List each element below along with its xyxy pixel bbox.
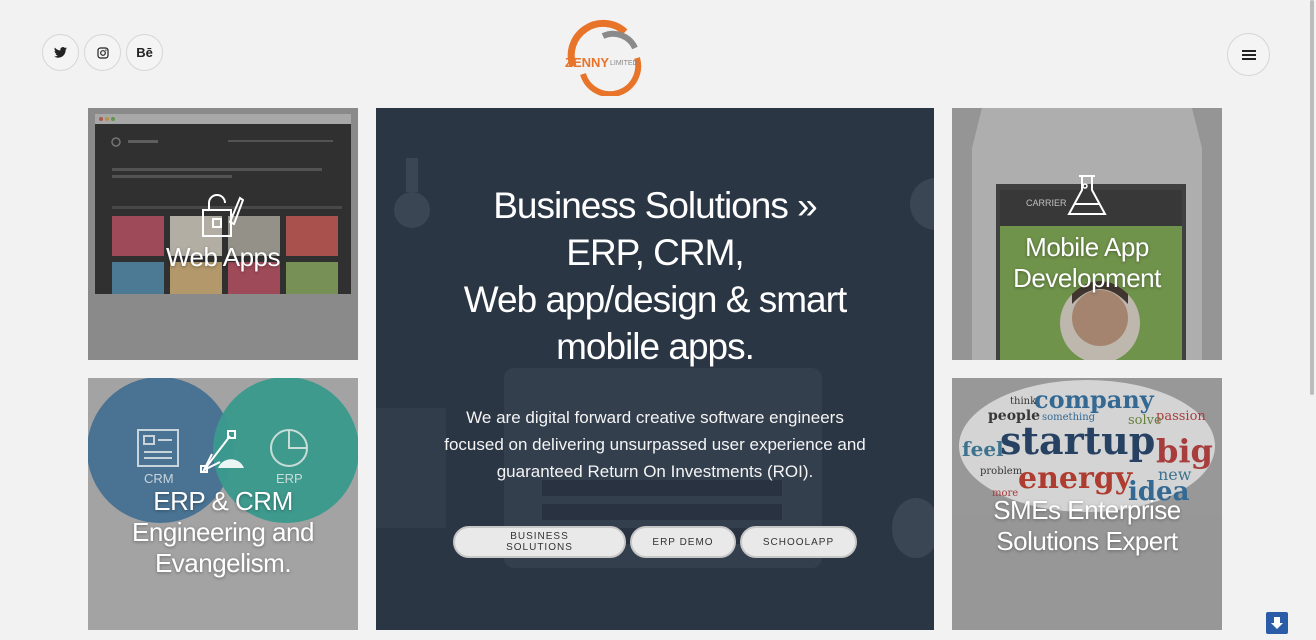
tile-web-apps[interactable]: Web Apps bbox=[88, 108, 358, 360]
tile-web-apps-title: Web Apps bbox=[165, 242, 281, 272]
lock-pencil-icon bbox=[202, 194, 244, 237]
logo[interactable]: ZENNY LIMITED bbox=[563, 18, 649, 98]
page-scrollbar[interactable] bbox=[1310, 0, 1314, 395]
tile-title-line: Mobile App bbox=[1025, 232, 1149, 262]
behance-icon: Bē bbox=[136, 45, 153, 60]
hero-title-line: mobile apps. bbox=[556, 326, 755, 367]
tile-title-line: Evangelism. bbox=[154, 548, 292, 578]
twitter-icon bbox=[54, 47, 67, 58]
hero-description: We are digital forward creative software… bbox=[444, 408, 866, 481]
tile-mobile-title: Mobile App Development bbox=[952, 232, 1222, 294]
logo-main-text: ZENNY bbox=[565, 55, 609, 70]
tile-title-line: Engineering and bbox=[132, 517, 314, 547]
tile-smes-enterprise[interactable]: company startup big energy idea feel peo… bbox=[952, 378, 1222, 630]
tile-sme-title: SMEs Enterprise Solutions Expert bbox=[952, 495, 1222, 557]
tile-title-line: ERP & CRM bbox=[153, 486, 293, 516]
social-links: Bē bbox=[42, 34, 163, 71]
instagram-icon bbox=[96, 46, 109, 59]
tile-title-line: Development bbox=[1013, 263, 1161, 293]
tile-title-line: SMEs Enterprise bbox=[993, 495, 1181, 525]
menu-button[interactable] bbox=[1227, 33, 1270, 76]
crm-label: CRM bbox=[144, 471, 174, 486]
business-solutions-button[interactable]: BUSINESS SOLUTIONS bbox=[453, 526, 626, 558]
hero-title-line: Web app/design & smart bbox=[463, 279, 847, 320]
hero-title: Business Solutions » ERP, CRM, Web app/d… bbox=[376, 182, 934, 370]
behance-button[interactable]: Bē bbox=[126, 34, 163, 71]
tile-title-line: Solutions Expert bbox=[996, 526, 1178, 556]
arrow-down-icon bbox=[1271, 617, 1283, 629]
vector-pen-icon bbox=[200, 430, 244, 473]
hero-banner: Business Solutions » ERP, CRM, Web app/d… bbox=[376, 108, 934, 630]
schoolapp-button[interactable]: SCHOOLAPP bbox=[740, 526, 857, 558]
erp-label: ERP bbox=[276, 471, 303, 486]
zenny-logo: ZENNY LIMITED bbox=[565, 19, 642, 98]
tile-mobile-app-development[interactable]: CARRIER Mobile App Development bbox=[952, 108, 1222, 360]
instagram-button[interactable] bbox=[84, 34, 121, 71]
logo-sub-text: LIMITED bbox=[610, 60, 638, 67]
hero-button-group: BUSINESS SOLUTIONS ERP DEMO SCHOOLAPP bbox=[376, 526, 934, 558]
flask-icon bbox=[1067, 175, 1107, 215]
hero-title-line[interactable]: Business Solutions » bbox=[376, 182, 934, 229]
erp-demo-button[interactable]: ERP DEMO bbox=[630, 526, 736, 558]
tile-erp-crm[interactable]: CRM ERP ERP & CRM Engineering and Evange… bbox=[88, 378, 358, 630]
hero-title-line: ERP, CRM, bbox=[566, 232, 744, 273]
tile-erp-title: ERP & CRM Engineering and Evangelism. bbox=[88, 486, 358, 579]
twitter-button[interactable] bbox=[42, 34, 79, 71]
hamburger-icon bbox=[1241, 49, 1256, 60]
scroll-down-button[interactable] bbox=[1266, 612, 1288, 634]
